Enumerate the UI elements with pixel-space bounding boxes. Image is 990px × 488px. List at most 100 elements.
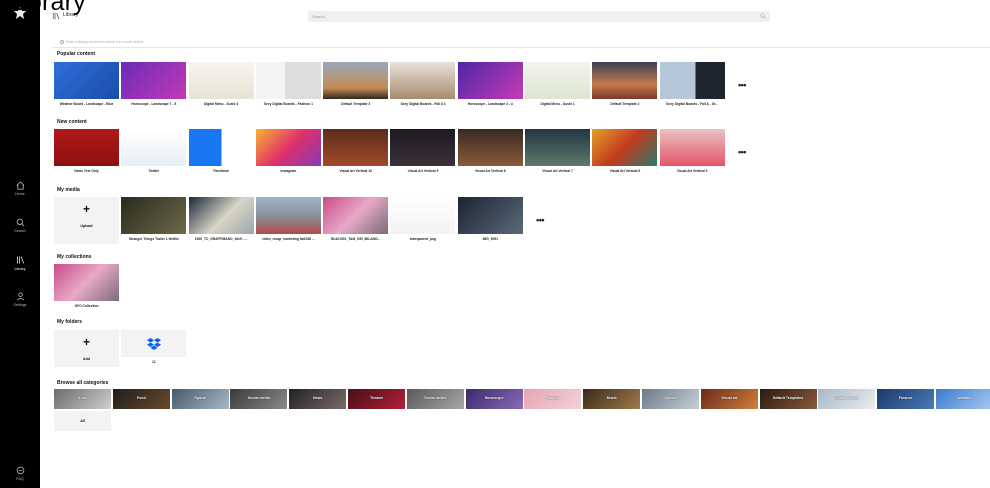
sidebar-item-home[interactable]: Home	[0, 181, 40, 196]
content-card[interactable]: Weather Board - Landscape - Blue	[54, 62, 119, 109]
plus-icon: +	[82, 202, 90, 216]
more-button[interactable]: •••	[727, 62, 757, 109]
category-tile[interactable]: Music	[583, 389, 641, 409]
category-tile[interactable]: Horoscope	[465, 389, 523, 409]
search-icon[interactable]	[760, 13, 766, 19]
content-card[interactable]: Sexy Digital Boards - Fall 8 4	[390, 62, 456, 109]
category-tile[interactable]: Quotes	[641, 389, 699, 409]
page-heading: Library	[8, 0, 86, 16]
section-title-popular: Popular content	[57, 51, 96, 57]
category-tile[interactable]: Fashion	[524, 389, 582, 409]
content-card[interactable]: Visual Art Vertical 7	[525, 129, 591, 176]
content-card[interactable]: Twitter	[121, 129, 187, 176]
my-collections-row: GFO Collection	[54, 264, 121, 311]
library-icon	[16, 256, 24, 264]
content-card[interactable]: Digital Menu - Sushi 1	[525, 62, 591, 109]
card-label: News Text Only	[54, 166, 119, 176]
section-title-new: New content	[57, 119, 87, 125]
topbar: Library Search	[40, 0, 990, 34]
thumbnail-image	[457, 197, 523, 234]
sidebar-item-settings[interactable]: Settings	[0, 292, 40, 307]
folder-card[interactable]: 12	[121, 330, 187, 367]
sidebar-item-label: FAQ	[16, 477, 24, 481]
category-label: Social media	[247, 396, 270, 400]
add-folder-button[interactable]: + Add	[54, 330, 119, 367]
category-tile[interactable]: Sports	[171, 389, 229, 409]
category-label: Anim	[78, 396, 87, 400]
section-title-folders: My folders	[57, 319, 83, 325]
thumbnail-image	[390, 62, 456, 99]
content-card[interactable]: Visual Art Vertical 10	[323, 129, 389, 176]
thumbnail-image	[323, 197, 389, 234]
content-card[interactable]: Visual Art Vertical 8	[457, 129, 523, 176]
content-card[interactable]: Facebook	[188, 129, 254, 176]
content-card[interactable]: Instagram	[255, 129, 321, 176]
category-tile[interactable]: News	[289, 389, 347, 409]
media-card[interactable]: 1500_TC_GRAFFIMANO_16x9 - ...	[188, 197, 254, 244]
section-title-collections: My collections	[57, 254, 92, 260]
thumbnail-image	[323, 62, 389, 99]
info-icon	[60, 40, 64, 44]
card-label: Stranger Things Trailer 1 Netflix	[121, 234, 187, 244]
content-card[interactable]: Horoscope - Landscape 7 - 9	[121, 62, 187, 109]
category-tile[interactable]: Anim	[54, 389, 111, 409]
thumbnail-image	[659, 129, 725, 166]
divider	[52, 47, 990, 48]
content-card[interactable]: Sexy Digital Boards - Fashion 1	[255, 62, 321, 109]
more-button[interactable]: •••	[525, 197, 555, 244]
content-card[interactable]: Visual Art Vertical 9	[390, 129, 456, 176]
thumbnail-image	[592, 62, 658, 99]
media-card[interactable]: transparent_png	[390, 197, 456, 244]
upload-label: Upload	[80, 224, 93, 228]
category-tile[interactable]: Theater	[347, 389, 405, 409]
thumbnail-image	[54, 62, 119, 99]
media-card[interactable]: video_recap_marketing fat1036 ...	[255, 197, 321, 244]
category-tile[interactable]: Digital menus	[818, 389, 876, 409]
sidebar-item-label: Library	[14, 267, 26, 271]
categories-row: Anim Food Sports Social media News Theater Soc…	[54, 389, 990, 409]
category-label: Social media	[424, 396, 447, 400]
content-card[interactable]: Default Template 2	[592, 62, 658, 109]
thumbnail-image	[54, 264, 119, 301]
sidebar-item-search[interactable]: Search	[0, 218, 40, 233]
thumbnail-image	[188, 197, 254, 234]
settings-icon	[16, 292, 24, 301]
plus-icon: +	[82, 335, 90, 349]
popular-content-row: Weather Board - Landscape - Blue Horoscop…	[54, 62, 757, 109]
more-button[interactable]: •••	[727, 129, 757, 176]
card-label: IMG_9051	[457, 234, 523, 244]
category-tile[interactable]: Visual art	[700, 389, 758, 409]
search-input[interactable]: Search	[308, 11, 770, 22]
sidebar-item-label: Home	[15, 192, 25, 196]
section-title-media: My media	[57, 187, 80, 193]
content-card[interactable]: Visual Art Vertical 6	[592, 129, 658, 176]
media-card[interactable]: IMG_9051	[457, 197, 523, 244]
thumbnail-image	[390, 197, 456, 234]
card-label: Visual Art Vertical 3	[659, 166, 725, 176]
sidebar-item-library[interactable]: Library	[0, 255, 40, 271]
category-tile[interactable]: Social media	[230, 389, 288, 409]
folder-label: 12	[121, 357, 187, 367]
content-card[interactable]: Visual Art Vertical 3	[659, 129, 725, 176]
category-tile[interactable]: Default Templates	[759, 389, 817, 409]
content-card[interactable]: News Text Only	[54, 129, 119, 176]
content-card[interactable]: Default Template 3	[323, 62, 389, 109]
category-label: Sports	[194, 396, 206, 400]
content-card[interactable]: Horoscope - Landscape 3 - 4	[457, 62, 523, 109]
content-card[interactable]: Digital Menu - Sushi 4	[188, 62, 254, 109]
upload-button[interactable]: + Upload	[54, 197, 119, 244]
category-tile[interactable]: Social media	[406, 389, 464, 409]
collection-card[interactable]: GFO Collection	[54, 264, 119, 311]
card-label: BL621501_TAM_GEI_MILANO...	[323, 234, 389, 244]
card-label: Visual Art Vertical 9	[390, 166, 456, 176]
content-card[interactable]: Sexy Digital Boards - Fall A - Gr...	[659, 62, 725, 109]
thumbnail-image	[188, 129, 254, 166]
category-tile[interactable]: Finance	[877, 389, 935, 409]
sidebar-item-faq[interactable]: FAQ	[0, 466, 40, 481]
media-card[interactable]: Stranger Things Trailer 1 Netflix	[121, 197, 187, 244]
category-tile[interactable]: Food	[112, 389, 170, 409]
media-card[interactable]: BL621501_TAM_GEI_MILANO...	[323, 197, 389, 244]
category-tile[interactable]: Weather	[935, 389, 990, 409]
card-label: GFO Collection	[54, 301, 119, 311]
all-categories-button[interactable]: All	[54, 411, 111, 431]
